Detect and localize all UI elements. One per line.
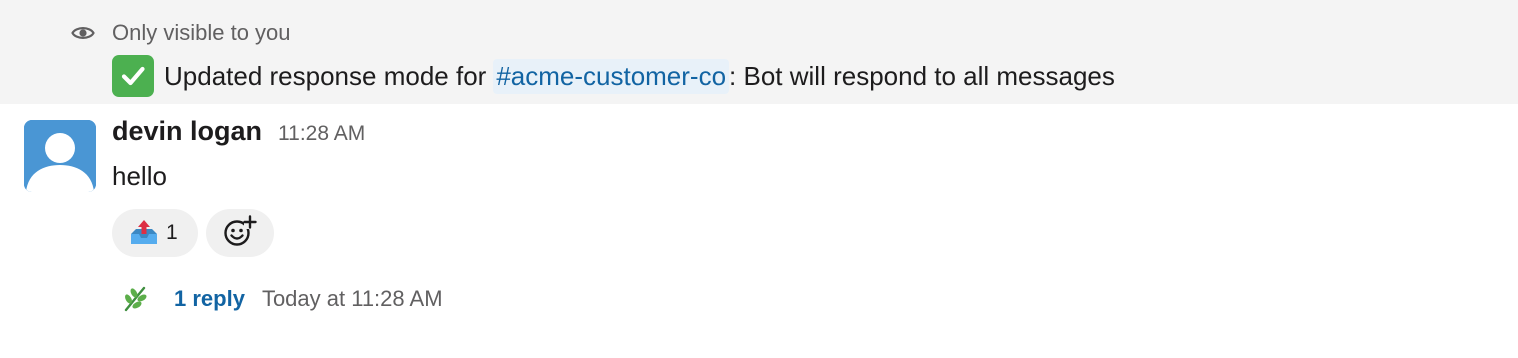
add-reaction-icon (222, 213, 258, 254)
white-check-mark-icon (112, 55, 154, 97)
user-avatar[interactable] (24, 120, 96, 192)
message-header: devin logan 11:28 AM (112, 116, 365, 156)
message-text: hello (112, 161, 167, 191)
channel-mention-link[interactable]: #acme-customer-co (493, 58, 730, 94)
default-user-avatar (24, 120, 96, 192)
thread-summary[interactable]: 1 reply Today at 11:28 AM (112, 276, 443, 322)
visibility-notice: Only visible to you (70, 18, 291, 48)
herb-icon (112, 276, 158, 322)
message-timestamp[interactable]: 11:28 AM (278, 122, 365, 146)
ephemeral-message: Only visible to you Updated response mod… (0, 0, 1518, 104)
ephemeral-body: Updated response mode for #acme-customer… (112, 55, 1115, 97)
eye-icon (70, 20, 96, 46)
outbox-tray-icon (128, 217, 160, 249)
add-reaction-button[interactable] (206, 209, 274, 257)
author-name[interactable]: devin logan (112, 116, 262, 147)
ephemeral-text-suffix: : Bot will respond to all messages (729, 60, 1115, 91)
reaction-outbox-tray[interactable]: 1 (112, 209, 198, 257)
visibility-label: Only visible to you (112, 20, 291, 45)
reply-count-link[interactable]: 1 reply (174, 286, 245, 312)
ephemeral-text-prefix: Updated response mode for (164, 60, 487, 91)
reaction-count: 1 (166, 221, 178, 244)
last-reply-time: Today at 11:28 AM (261, 286, 443, 311)
